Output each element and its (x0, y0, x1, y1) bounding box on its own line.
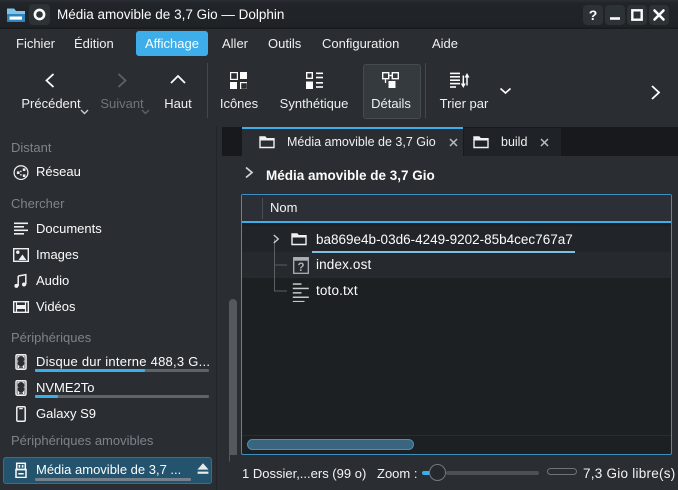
svg-text:?: ? (297, 262, 304, 274)
